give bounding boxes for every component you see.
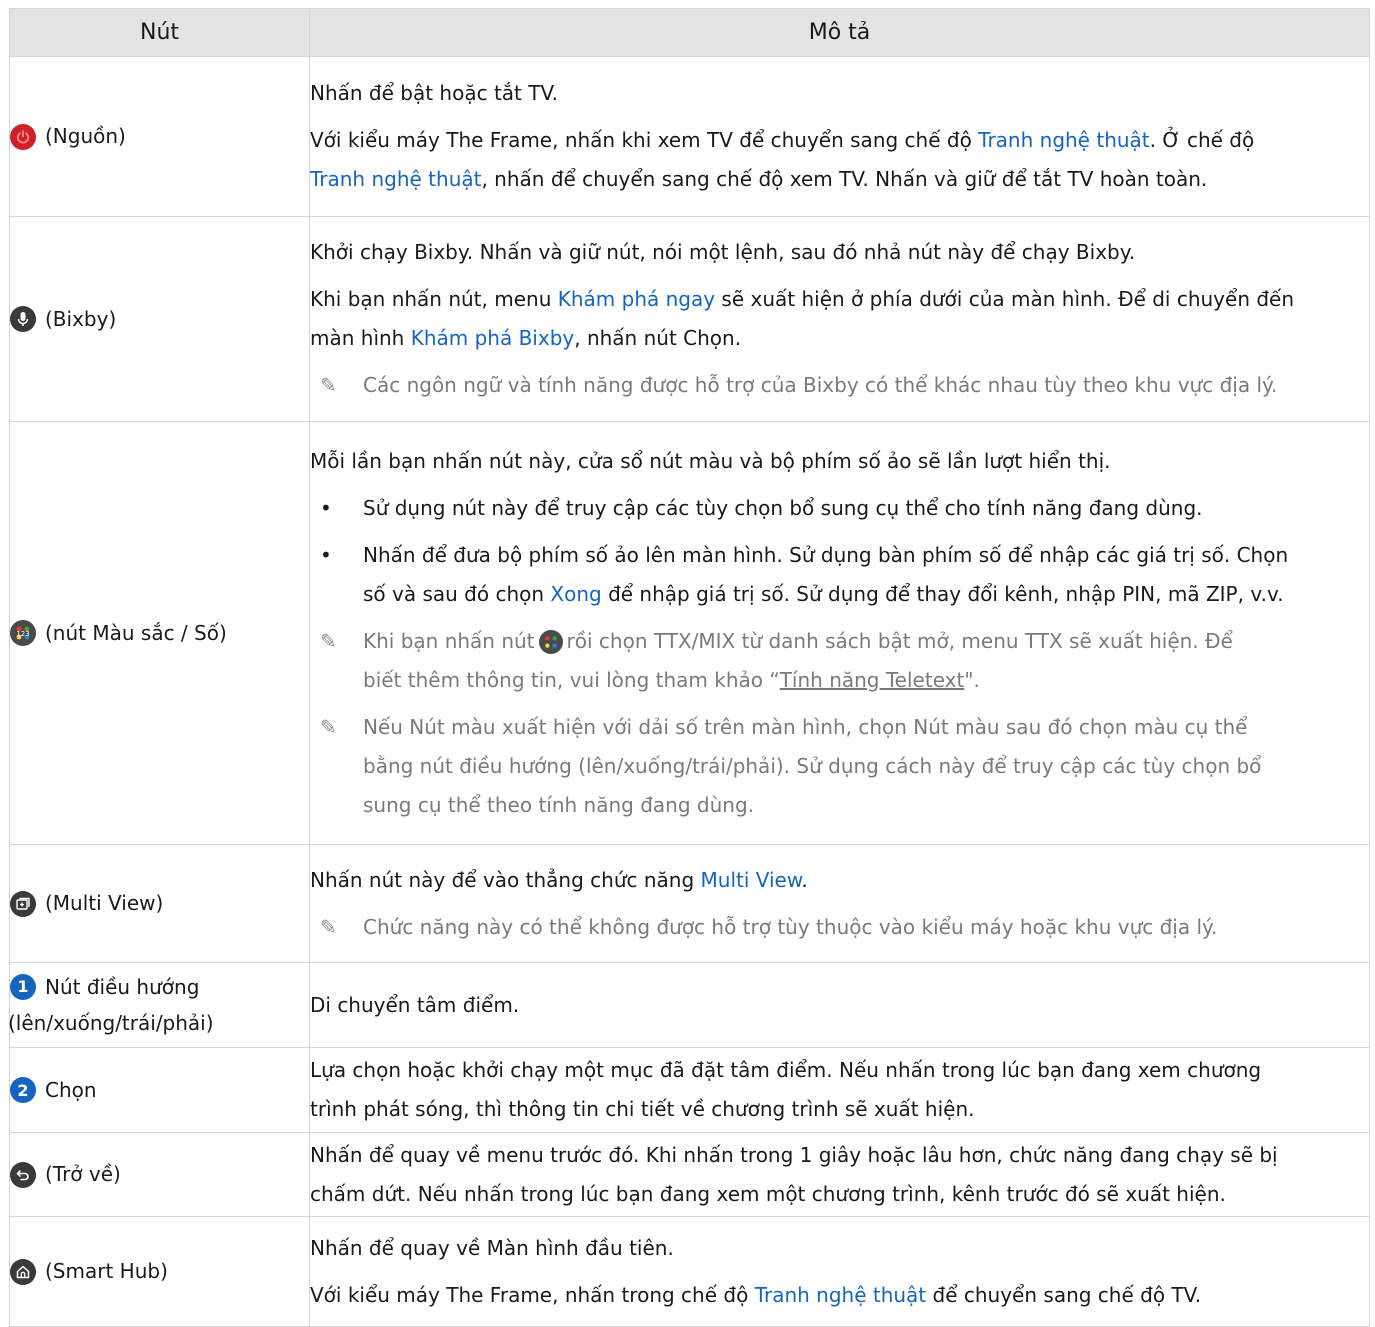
description-text: Nhấn để bật hoặc tắt TV. [310, 81, 558, 105]
button-cell: (Bixby) [9, 216, 310, 422]
button-name: Chọn [45, 1077, 97, 1102]
svg-text:123: 123 [16, 630, 29, 638]
table-row: (Bixby) Khởi chạy Bixby. Nhấn và giữ nút… [9, 216, 1370, 422]
button-cell: (Nguồn) [9, 56, 310, 217]
bullet-item: • Sử dụng nút này để truy cập các tùy chọ… [320, 495, 1203, 520]
description-text: màn hình Khám phá Bixby, nhấn nút Chọn. [310, 326, 742, 350]
column-header-description: Mô tả [309, 8, 1370, 57]
link-art-mode[interactable]: Tranh nghệ thuật [755, 1283, 926, 1307]
pencil-icon: ✎ [320, 373, 337, 397]
description-cell: Khởi chạy Bixby. Nhấn và giữ nút, nói mộ… [309, 216, 1370, 422]
button-name: (Multi View) [45, 891, 164, 915]
color-number-icon: 123 [10, 620, 36, 646]
description-cell: Di chuyển tâm điểm. [309, 962, 1370, 1048]
table-header-row: Nút Mô tả [9, 8, 1370, 57]
button-cell: (Multi View) [9, 844, 310, 963]
description-text: Tranh nghệ thuật, nhấn để chuyển sang ch… [310, 167, 1208, 191]
link-art-mode[interactable]: Tranh nghệ thuật [310, 167, 481, 191]
description-text: Với kiểu máy The Frame, nhấn khi xem TV … [310, 128, 1255, 152]
description-text: Nhấn để quay về Màn hình đầu tiên. [310, 1235, 674, 1260]
description-text: chấm dứt. Nếu nhấn trong lúc bạn đang xe… [310, 1181, 1226, 1206]
link-art-mode[interactable]: Tranh nghệ thuật [978, 128, 1149, 152]
description-cell: Nhấn để quay về menu trước đó. Khi nhấn … [309, 1132, 1370, 1217]
return-icon [10, 1161, 36, 1188]
description-cell: Lựa chọn hoặc khởi chạy một mục đã đặt t… [309, 1047, 1370, 1133]
description-cell: Nhấn để quay về Màn hình đầu tiên. Với k… [309, 1216, 1370, 1327]
description-text: trình phát sóng, thì thông tin chi tiết … [310, 1097, 975, 1121]
note: ✎ Khi bạn nhấn nút rồi chọn TTX/MIX từ dan… [310, 622, 1369, 700]
table-row: 123 (nút Màu sắc / Số) Mỗi lần bạn nhấn … [9, 421, 1370, 845]
button-name: (Bixby) [45, 306, 117, 331]
link-teletext[interactable]: Tính năng Teletext [780, 668, 965, 692]
button-cell: (Smart Hub) [9, 1216, 310, 1327]
button-cell: 2 Chọn [9, 1047, 310, 1133]
button-name: Nút điều hướng [45, 975, 200, 999]
table-row: (Multi View) Nhấn nút này để vào thẳng c… [9, 844, 1370, 963]
description-text: Nhấn để quay về menu trước đó. Khi nhấn … [310, 1142, 1278, 1167]
button-name: (Smart Hub) [45, 1259, 168, 1283]
description-text: Lựa chọn hoặc khởi chạy một mục đã đặt t… [310, 1058, 1262, 1082]
microphone-icon [10, 306, 36, 332]
pencil-icon: ✎ [320, 714, 337, 739]
button-name: (Trở về) [45, 1162, 121, 1186]
link-multi-view[interactable]: Multi View [701, 868, 802, 892]
link-explore-bixby[interactable]: Khám phá Bixby [411, 326, 575, 350]
description-text: Khi bạn nhấn nút, menu Khám phá ngay sẽ … [310, 287, 1295, 311]
description-text: Khởi chạy Bixby. Nhấn và giữ nút, nói mộ… [310, 240, 1136, 264]
table-row: 2 Chọn Lựa chọn hoặc khởi chạy một mục đ… [9, 1047, 1370, 1133]
description-cell: Mỗi lần bạn nhấn nút này, cửa sổ nút màu… [309, 421, 1370, 845]
button-name: (Nguồn) [45, 124, 126, 148]
note: ✎ Các ngôn ngữ và tính năng được hỗ trợ c… [310, 366, 1369, 405]
number-1-icon: 1 [10, 974, 36, 1000]
button-cell: 1 Nút điều hướng (lên/xuống/trái/phải) [8, 962, 310, 1048]
description-text: Với kiểu máy The Frame, nhấn trong chế đ… [310, 1282, 1202, 1307]
power-icon [10, 123, 36, 150]
link-done[interactable]: Xong [550, 582, 601, 606]
button-name: (nút Màu sắc / Số) [45, 620, 227, 645]
note: ✎ Nếu Nút màu xuất hiện với dải số trên m… [310, 708, 1369, 825]
table-row: (Nguồn) Nhấn để bật hoặc tắt TV. Với kiể… [9, 56, 1370, 217]
button-cell: 123 (nút Màu sắc / Số) [9, 421, 310, 845]
button-name: (lên/xuống/trái/phải) [8, 1011, 214, 1035]
button-cell: (Trở về) [9, 1132, 310, 1217]
description-cell: Nhấn để bật hoặc tắt TV. Với kiểu máy Th… [309, 56, 1370, 217]
link-explore-now[interactable]: Khám phá ngay [558, 287, 715, 311]
note: ✎ Chức năng này có thể không được hỗ trợ … [310, 908, 1369, 947]
description-cell: Nhấn nút này để vào thẳng chức năng Mult… [309, 844, 1370, 963]
multi-view-icon [10, 890, 36, 917]
remote-buttons-table: Nút Mô tả (Nguồn) Nhấn để bật hoặc tắt T… [8, 8, 1370, 1327]
description-text: Mỗi lần bạn nhấn nút này, cửa sổ nút màu… [310, 448, 1111, 473]
description-text: Nhấn nút này để vào thẳng chức năng Mult… [310, 867, 808, 892]
table-row: (Smart Hub) Nhấn để quay về Màn hình đầu… [9, 1216, 1370, 1327]
bullet-item: • Nhấn để đưa bộ phím số ảo lên màn hình.… [320, 542, 1289, 606]
table-row: (Trở về) Nhấn để quay về menu trước đó. … [9, 1132, 1370, 1217]
home-icon [10, 1258, 36, 1285]
column-header-button: Nút [9, 8, 310, 57]
pencil-icon: ✎ [320, 914, 337, 939]
table-row: 1 Nút điều hướng (lên/xuống/trái/phải) D… [8, 962, 1370, 1048]
pencil-icon: ✎ [320, 628, 337, 653]
number-2-icon: 2 [10, 1077, 36, 1103]
description-text: Di chuyển tâm điểm. [310, 992, 520, 1017]
color-number-icon [538, 630, 563, 654]
